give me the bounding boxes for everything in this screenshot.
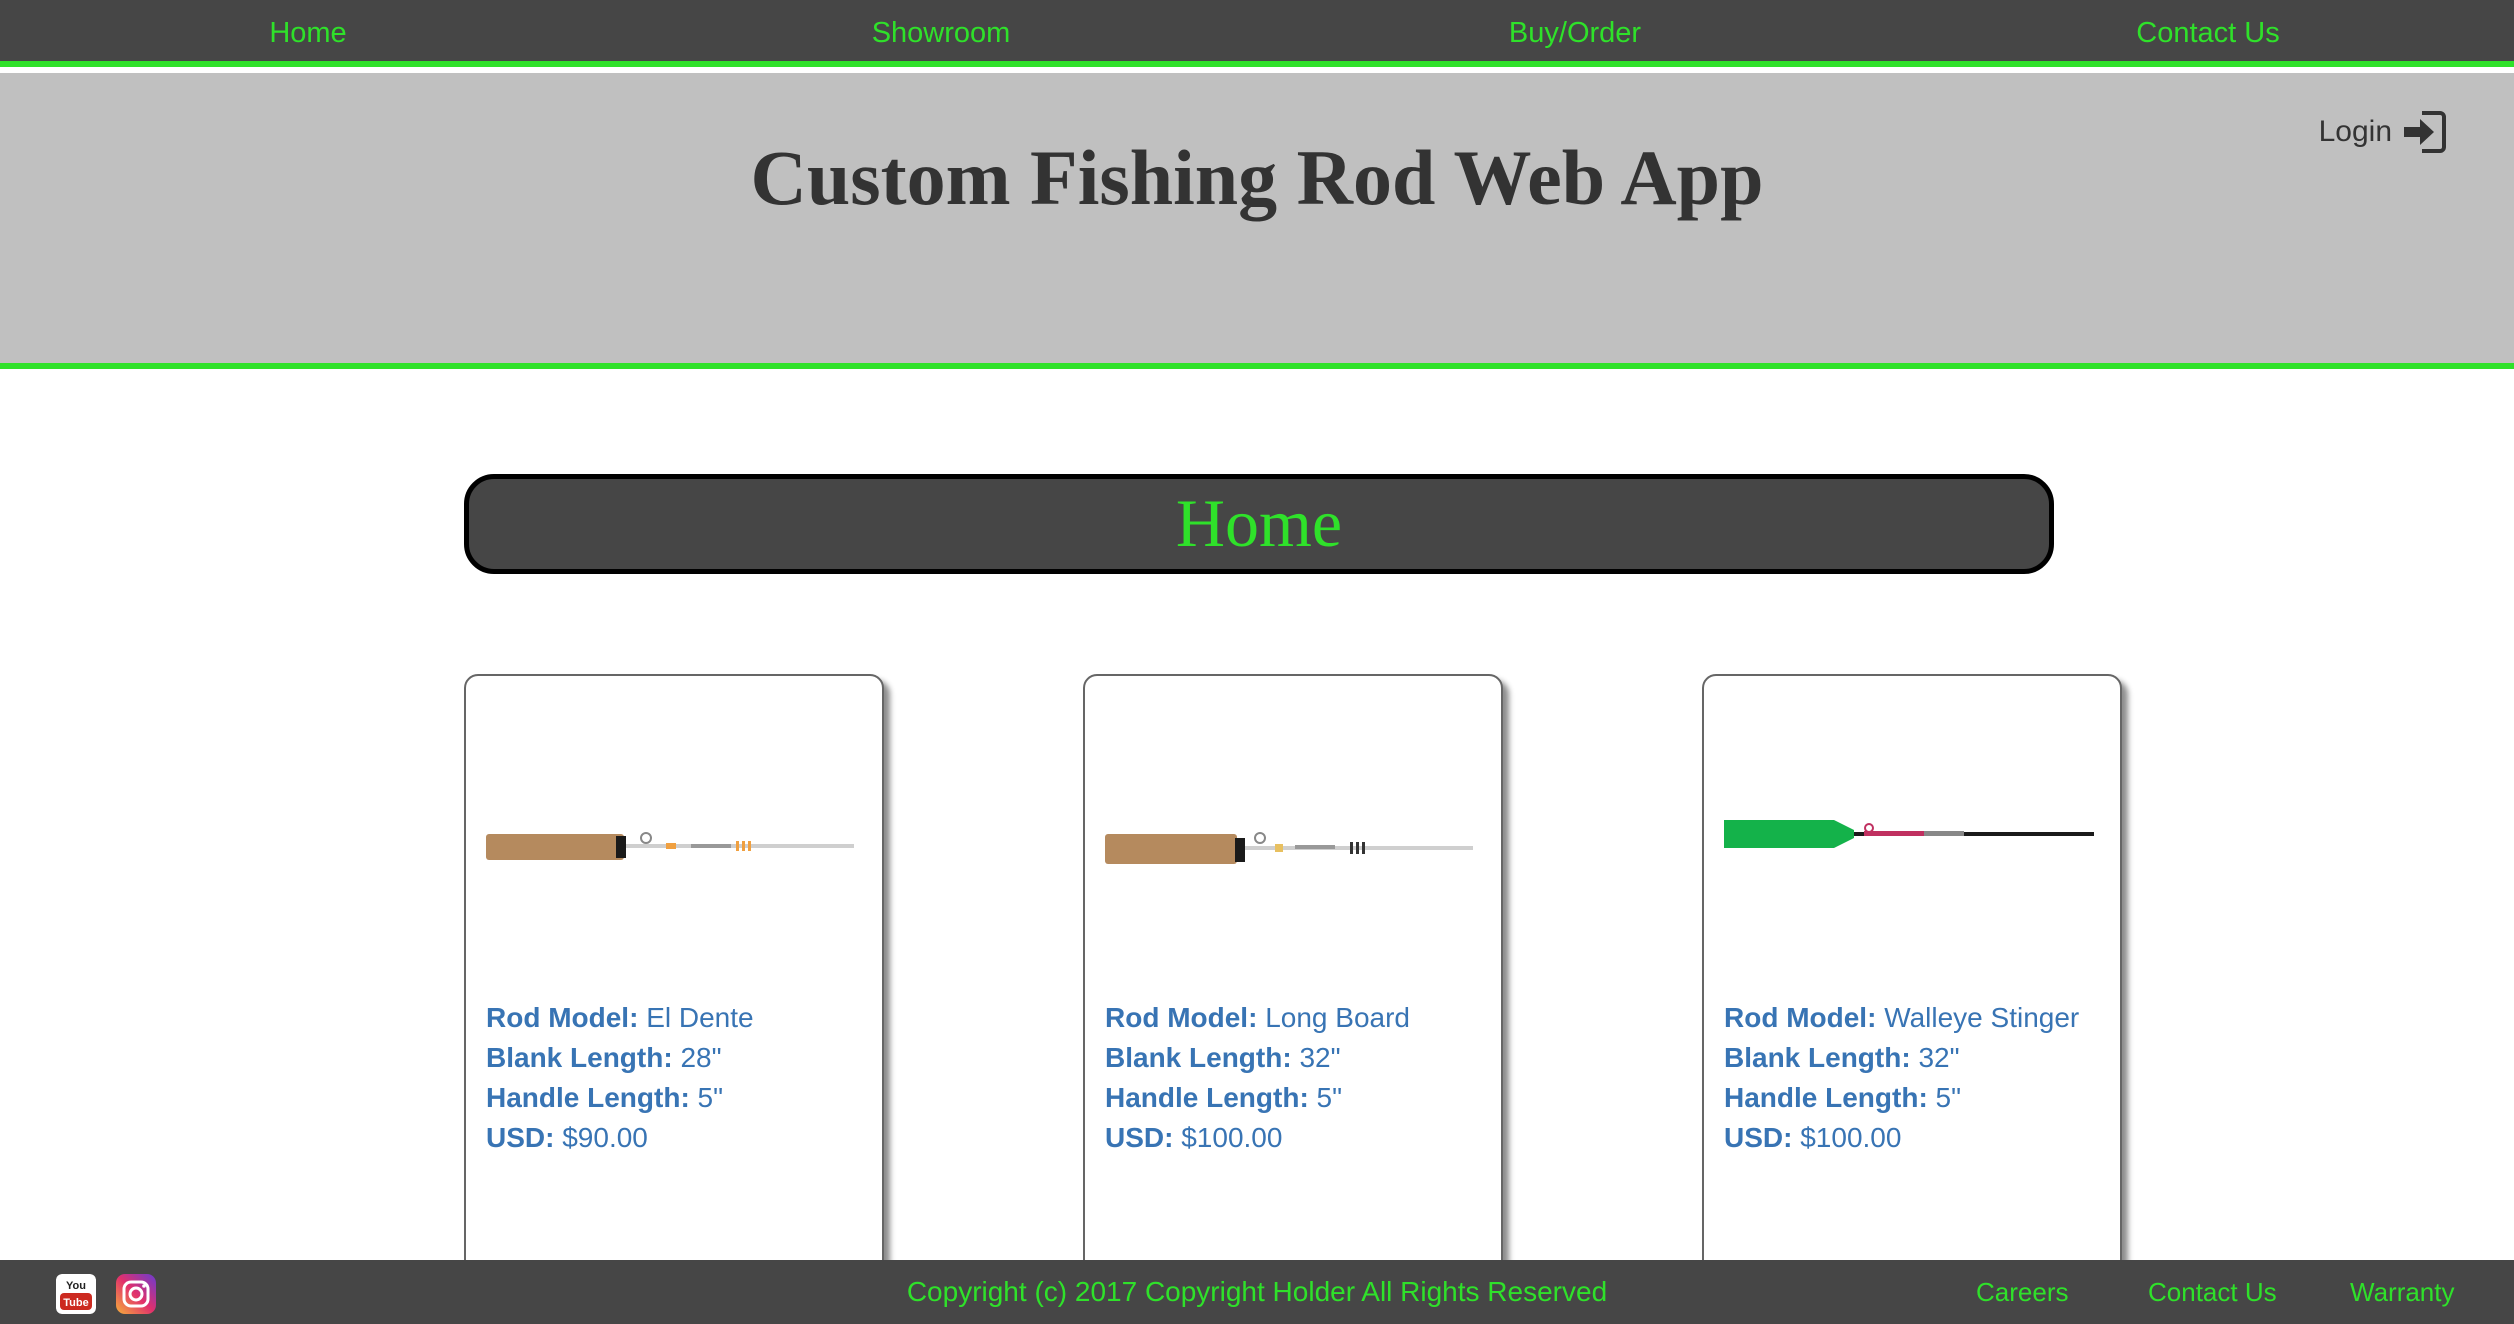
- blank-length-value: 32": [1299, 1042, 1341, 1073]
- copyright-text: Copyright (c) 2017 Copyright Holder All …: [906, 1276, 1608, 1307]
- rod-image: [1105, 832, 1473, 864]
- handle-length-label: Handle Length:: [1105, 1082, 1309, 1113]
- top-nav: Home Showroom Buy/Order Contact Us: [0, 0, 2514, 67]
- price-label: USD:: [1105, 1122, 1174, 1153]
- footer-link-contact-us[interactable]: Contact Us: [2148, 1260, 2277, 1324]
- site-footer: You Tube Copyright (c) 2017 Copyright Ho…: [0, 1260, 2514, 1324]
- rod-model-value: El Dente: [646, 1002, 754, 1033]
- blank-length-value: 32": [1918, 1042, 1960, 1073]
- product-card[interactable]: Rod Model: Walleye Stinger Blank Length:…: [1702, 674, 2122, 1274]
- rod-model-label: Rod Model:: [486, 1002, 639, 1033]
- handle-length-value: 5": [1316, 1082, 1343, 1113]
- product-details: Rod Model: Walleye Stinger Blank Length:…: [1724, 998, 2104, 1158]
- nav-contact-us[interactable]: Contact Us: [2136, 0, 2279, 67]
- nav-buy-order[interactable]: Buy/Order: [1509, 0, 1641, 67]
- handle-length-label: Handle Length:: [1724, 1082, 1928, 1113]
- blank-length-value: 28": [680, 1042, 722, 1073]
- rod-image: [486, 832, 854, 860]
- site-title: Custom Fishing Rod Web App: [750, 134, 1764, 221]
- nav-home[interactable]: Home: [269, 0, 346, 67]
- price-value: $100.00: [1800, 1122, 1902, 1153]
- sign-in-icon: [2404, 111, 2446, 153]
- rod-model-label: Rod Model:: [1724, 1002, 1877, 1033]
- price-value: $90.00: [562, 1122, 648, 1153]
- site-header: Custom Fishing Rod Web App Login: [0, 73, 2514, 369]
- handle-length-value: 5": [1935, 1082, 1962, 1113]
- rod-model-value: Long Board: [1265, 1002, 1410, 1033]
- blank-length-label: Blank Length:: [1105, 1042, 1292, 1073]
- price-value: $100.00: [1181, 1122, 1283, 1153]
- handle-length-label: Handle Length:: [486, 1082, 690, 1113]
- handle-length-value: 5": [697, 1082, 724, 1113]
- footer-link-warranty[interactable]: Warranty: [2350, 1260, 2455, 1324]
- price-label: USD:: [486, 1122, 555, 1153]
- blank-length-label: Blank Length:: [1724, 1042, 1911, 1073]
- price-label: USD:: [1724, 1122, 1793, 1153]
- product-details: Rod Model: Long Board Blank Length: 32" …: [1105, 998, 1485, 1158]
- login-button[interactable]: Login: [2319, 109, 2446, 155]
- product-details: Rod Model: El Dente Blank Length: 28" Ha…: [486, 998, 866, 1158]
- rod-model-value: Walleye Stinger: [1884, 1002, 2080, 1033]
- product-card[interactable]: Rod Model: El Dente Blank Length: 28" Ha…: [464, 674, 884, 1274]
- product-card[interactable]: Rod Model: Long Board Blank Length: 32" …: [1083, 674, 1503, 1274]
- blank-length-label: Blank Length:: [486, 1042, 673, 1073]
- nav-showroom[interactable]: Showroom: [872, 0, 1011, 67]
- footer-link-careers[interactable]: Careers: [1976, 1260, 2068, 1324]
- login-label: Login: [2318, 115, 2392, 148]
- page-heading: Home: [464, 474, 2054, 574]
- rod-model-label: Rod Model:: [1105, 1002, 1258, 1033]
- rod-image: [1724, 820, 2094, 848]
